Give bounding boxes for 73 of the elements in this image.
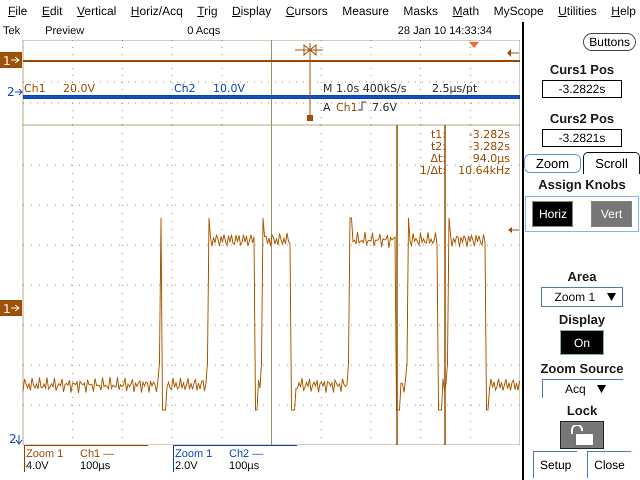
brand-label: Tek bbox=[3, 25, 20, 37]
cursor-readout-value: 94.0µs bbox=[472, 152, 510, 165]
cursor-readout-value: -3.282s bbox=[468, 128, 510, 141]
menu-item[interactable]: Trig bbox=[197, 4, 218, 18]
area-dropdown[interactable]: Zoom 1 bbox=[541, 287, 623, 307]
channel-label: Ch1 — bbox=[79, 448, 116, 460]
time-per-div: 100µs bbox=[79, 460, 112, 472]
acquisition-count: 0 Acqs bbox=[187, 25, 220, 37]
channel-scale: 20.0V bbox=[63, 82, 96, 95]
menu-item[interactable]: Help bbox=[611, 4, 636, 18]
menu-item[interactable]: Vertical bbox=[76, 4, 116, 18]
buttons-button[interactable]: Buttons bbox=[583, 33, 636, 51]
menu-item[interactable]: MyScope bbox=[494, 4, 544, 18]
cursor-position-field[interactable]: -3.2821s bbox=[542, 129, 622, 147]
trigger-position-icon bbox=[469, 42, 479, 48]
menu-item[interactable]: Horiz/Acq bbox=[130, 4, 183, 18]
unlocked-padlock-icon bbox=[569, 425, 595, 445]
knob-button[interactable]: Horiz bbox=[532, 201, 573, 227]
dropdown-arrow-icon bbox=[606, 293, 616, 301]
footer-button[interactable]: Setup bbox=[533, 451, 577, 478]
trigger-source: Ch1 bbox=[336, 101, 358, 114]
display-button[interactable]: On bbox=[560, 330, 604, 355]
knob-button[interactable]: Vert bbox=[591, 201, 632, 227]
cursor-readout-value: 10.64kHz bbox=[458, 164, 510, 177]
display-label: Display bbox=[558, 312, 606, 327]
channel-name: Ch2 bbox=[174, 82, 196, 95]
channel-name: Ch1 bbox=[24, 82, 46, 95]
zoom-label: Zoom 1 bbox=[175, 448, 214, 460]
cursor-position-label: Curs2 Pos bbox=[550, 111, 614, 126]
zoom-source-dropdown[interactable]: Acq bbox=[542, 379, 622, 398]
menu-item[interactable]: Utilities bbox=[558, 4, 597, 18]
menu-item[interactable]: Display bbox=[232, 4, 272, 18]
rising-edge-icon bbox=[358, 102, 366, 110]
channel-label: Ch2 — bbox=[228, 448, 264, 460]
trigger-label: A bbox=[323, 101, 331, 114]
menu-item[interactable]: Measure bbox=[342, 4, 389, 18]
cursor-readout-label: t1: bbox=[430, 128, 446, 141]
cursor-position-field[interactable]: -3.2822s bbox=[542, 80, 622, 98]
volts-per-div: 4.0V bbox=[26, 460, 50, 472]
lock-label: Lock bbox=[566, 403, 598, 418]
reference-arrow-icon bbox=[508, 227, 520, 233]
cursor-readout-label: Δt: bbox=[430, 152, 446, 165]
cursor-readout-value: -3.282s bbox=[468, 140, 510, 153]
mode-label: Preview bbox=[45, 25, 84, 37]
cursor-readout-label: 1/Δt: bbox=[420, 164, 446, 177]
menu-item[interactable]: File bbox=[8, 4, 28, 18]
cursor-line[interactable] bbox=[396, 125, 398, 445]
cursor-line[interactable] bbox=[444, 125, 446, 445]
menu-item[interactable]: Masks bbox=[403, 4, 438, 18]
zoom-label: Zoom 1 bbox=[26, 448, 64, 460]
channel-marker[interactable]: 1 bbox=[0, 300, 22, 316]
trigger-level: 7.6V bbox=[372, 101, 398, 114]
area-label: Area bbox=[568, 269, 596, 284]
menu-item[interactable]: Cursors bbox=[286, 4, 328, 18]
timebase-readout: M 1.0s 400kS/s bbox=[323, 82, 406, 95]
resolution-readout: 2.5µs/pt bbox=[432, 82, 478, 95]
time-per-div: 100µs bbox=[228, 460, 260, 472]
assign-knobs-label: Assign Knobs bbox=[538, 177, 626, 192]
menu-item[interactable]: Math bbox=[452, 4, 480, 18]
menu-item[interactable]: Edit bbox=[42, 4, 63, 18]
date-time: 28 Jan 10 14:33:34 bbox=[398, 25, 492, 37]
channel-scale: 10.0V bbox=[213, 82, 246, 95]
zoom-source-label: Zoom Source bbox=[540, 361, 624, 376]
lock-button[interactable] bbox=[560, 421, 604, 449]
footer-button[interactable]: Close bbox=[587, 451, 631, 478]
tab[interactable]: Scroll bbox=[583, 152, 640, 174]
channel-marker[interactable]: 1 bbox=[0, 52, 22, 68]
trigger-level-arrow-icon bbox=[507, 49, 520, 57]
volts-per-div: 2.0V bbox=[175, 460, 199, 472]
dropdown-arrow-icon bbox=[597, 385, 606, 393]
cursor-position-label: Curs1 Pos bbox=[550, 62, 614, 77]
cursor-readout-label: t2: bbox=[430, 140, 446, 153]
tab[interactable]: Zoom bbox=[524, 154, 581, 173]
